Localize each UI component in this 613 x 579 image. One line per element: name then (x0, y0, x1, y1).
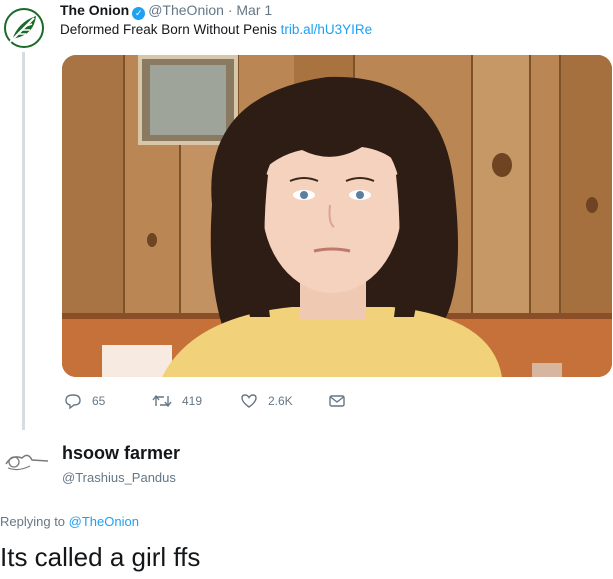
onion-logo-icon[interactable] (4, 8, 44, 48)
tweet-header: The Onion ✓ @TheOnion · Mar 1 (60, 2, 272, 20)
reply-avatar[interactable] (2, 448, 50, 476)
tweet-date[interactable]: Mar 1 (236, 2, 272, 18)
author-name[interactable]: The Onion (60, 2, 129, 18)
like-action[interactable]: 2.6K (240, 392, 293, 410)
verified-check-icon: ✓ (132, 7, 146, 20)
message-action[interactable] (328, 392, 346, 410)
replying-to-handle[interactable]: @TheOnion (69, 514, 139, 529)
retweet-action[interactable]: 419 (152, 392, 202, 410)
thread-line (22, 52, 25, 430)
retweet-icon (152, 394, 172, 408)
reply-action[interactable]: 65 (64, 392, 105, 410)
tweet-text: Deformed Freak Born Without Penis trib.a… (60, 22, 372, 37)
tweet-body: Deformed Freak Born Without Penis (60, 22, 277, 37)
replying-prefix: Replying to (0, 514, 66, 529)
retweet-count: 419 (182, 394, 203, 408)
reply-author-handle[interactable]: @Trashius_Pandus (62, 470, 176, 485)
tweet-photo[interactable] (62, 55, 612, 377)
envelope-icon (329, 395, 345, 407)
reply-icon (65, 394, 81, 410)
like-count: 2.6K (268, 394, 293, 408)
tweet-link[interactable]: trib.al/hU3YIRe (281, 22, 373, 37)
heart-icon (241, 394, 257, 408)
reply-author-name[interactable]: hsoow farmer (62, 443, 180, 464)
separator: · (227, 2, 233, 18)
reply-text: Its called a girl ffs (0, 542, 201, 572)
replying-to-line: Replying to @TheOnion (0, 514, 139, 529)
author-handle[interactable]: @TheOnion (148, 2, 224, 18)
reply-count: 65 (92, 394, 106, 408)
